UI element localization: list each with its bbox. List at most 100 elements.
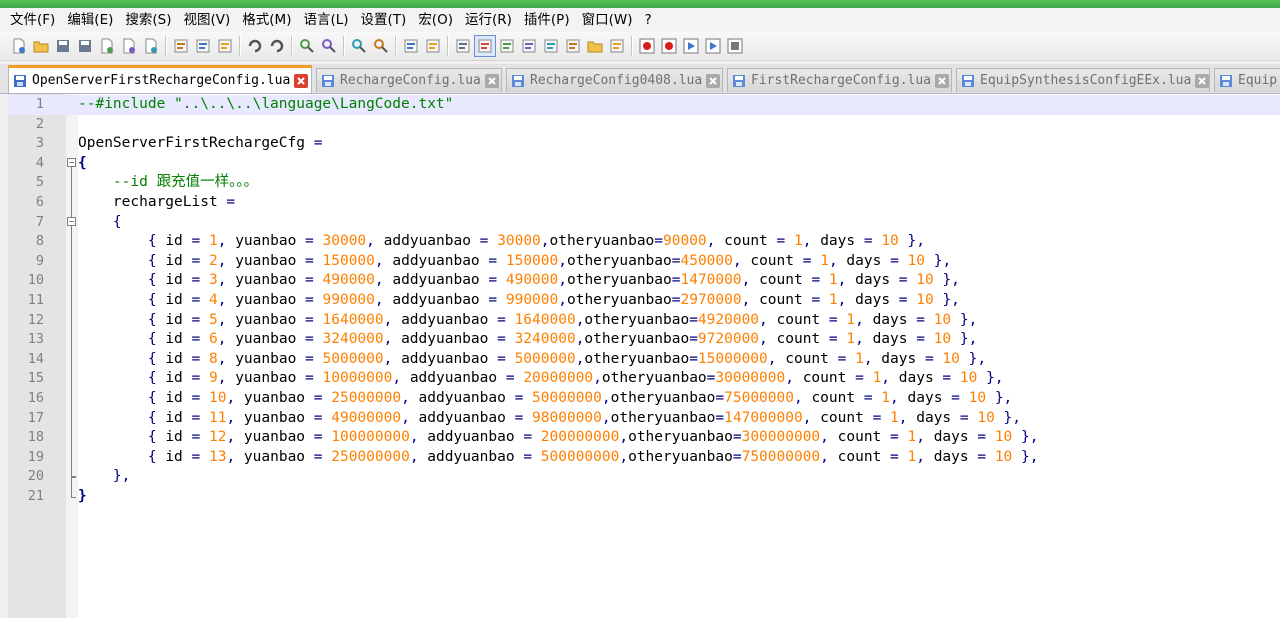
menu-run[interactable]: 运行(R) [459,8,518,32]
redo-icon[interactable] [266,35,288,57]
save-all-icon[interactable] [74,35,96,57]
code-line[interactable]: 4{ [8,154,1280,174]
tab-file[interactable]: FirstRechargeConfig.lua [727,68,952,92]
sync-horizontal-icon[interactable] [422,35,444,57]
code-token: , [217,233,236,250]
code-token: , [837,292,856,308]
code-line[interactable]: 11 { id = 4, yuanbao = 990000, addyuanba… [8,291,1280,311]
tab-file[interactable]: RechargeConfig.lua [316,68,502,92]
code-line[interactable]: 12 { id = 5, yuanbao = 1640000, addyuanb… [8,311,1280,331]
copy-icon[interactable] [192,35,214,57]
code-line[interactable]: 18 { id = 12, yuanbao = 100000000, addyu… [8,428,1280,448]
code-line[interactable]: 1 --#include "..\..\..\language\LangCode.… [8,95,1280,115]
line-number: 10 [27,272,44,289]
run-macro-multiple-icon[interactable] [702,35,724,57]
code-token: = [479,233,498,250]
code-token: , [217,311,236,328]
zoom-out-icon[interactable] [370,35,392,57]
code-line[interactable]: 10 { id = 3, yuanbao = 490000, addyuanba… [8,271,1280,291]
close-tab-icon[interactable] [1195,73,1209,88]
record-macro-icon[interactable] [636,35,658,57]
tab-file[interactable]: Equip [1214,68,1280,92]
code-line[interactable]: 8 { id = 1, yuanbao = 30000, addyuanbao … [8,232,1280,252]
play-macro-icon[interactable] [680,35,702,57]
editor[interactable]: 1 --#include "..\..\..\language\LangCode.… [8,94,1280,618]
print-icon[interactable] [140,35,162,57]
stop-record-icon[interactable] [658,35,680,57]
code-token: { [147,292,166,308]
new-file-icon[interactable] [8,35,30,57]
doc-map-icon[interactable] [540,35,562,57]
code-line[interactable]: 13 { id = 6, yuanbao = 3240000, addyuanb… [8,330,1280,350]
code-line[interactable]: 3 OpenServerFirstRechargeCfg = [8,134,1280,154]
user-lang-icon[interactable] [518,35,540,57]
close-tab-icon[interactable] [294,73,309,88]
menu-view[interactable]: 视图(V) [178,8,237,32]
code-token: addyuanbao [427,429,524,446]
code-text: { [78,213,122,233]
save-macro-icon[interactable] [724,35,746,57]
cut-icon[interactable] [170,35,192,57]
save-icon[interactable] [52,35,74,57]
close-all-icon[interactable] [118,35,140,57]
code-line[interactable]: 20 }, [8,467,1280,487]
sync-vertical-icon[interactable] [400,35,422,57]
menu-search[interactable]: 搜索(S) [119,8,177,32]
code-token: = [916,331,934,348]
code-token: = [872,409,891,426]
menu-file[interactable]: 文件(F) [0,8,61,32]
code-line[interactable]: 19 { id = 13, yuanbao = 250000000, addyu… [8,448,1280,468]
close-tab-icon[interactable] [706,73,721,88]
code-token: = [497,311,515,328]
code-token: rechargeList [78,194,227,210]
menu-edit[interactable]: 编辑(E) [61,8,119,32]
code-token: 10 [208,390,227,406]
open-file-icon[interactable] [30,35,52,57]
code-line[interactable]: 21} [8,487,1280,507]
find-icon[interactable] [296,35,318,57]
close-tab-icon[interactable] [935,73,950,88]
menu-settings[interactable]: 设置(T) [355,8,413,32]
show-all-chars-icon[interactable] [474,35,496,57]
menu-plugins[interactable]: 插件(P) [518,8,576,32]
tab-file[interactable]: OpenServerFirstRechargeConfig.lua [8,65,312,93]
code-line[interactable]: 17 { id = 11, yuanbao = 49000000, addyua… [8,409,1280,429]
code-line[interactable]: 5 --id 跟充值一样。。。 [8,173,1280,193]
paste-icon[interactable] [214,35,236,57]
code-line[interactable]: 9 { id = 2, yuanbao = 150000, addyuanbao… [8,252,1280,272]
word-wrap-icon[interactable] [452,35,474,57]
close-icon[interactable] [96,35,118,57]
monitoring-icon[interactable] [606,35,628,57]
code-line[interactable]: 15 { id = 9, yuanbao = 10000000, addyuan… [8,369,1280,389]
code-token: yuanbao [235,292,306,308]
indent-guide-icon[interactable] [496,35,518,57]
menu-format[interactable]: 格式(M) [236,8,297,32]
code-line[interactable]: 14 { id = 8, yuanbao = 5000000, addyuanb… [8,350,1280,370]
code-line[interactable]: 7 { [8,213,1280,233]
tab-file[interactable]: EquipSynthesisConfigEEx.lua [956,68,1210,92]
menu-language[interactable]: 语言(L) [297,8,354,32]
code-text: { id = 1, yuanbao = 30000, addyuanbao = … [78,232,925,252]
menu-macro[interactable]: 宏(O) [412,8,459,32]
folder-workspace-icon[interactable] [584,35,606,57]
undo-icon[interactable] [244,35,266,57]
code-token: , [890,390,908,406]
menu-window[interactable]: 窗口(W) [576,8,639,32]
function-list-icon[interactable] [562,35,584,57]
close-tab-icon[interactable] [484,73,499,88]
replace-icon[interactable] [318,35,340,57]
code-line[interactable]: 2 [8,115,1280,135]
code-line[interactable]: 16 { id = 10, yuanbao = 25000000, addyua… [8,389,1280,409]
menu-help[interactable]: ? [638,8,657,32]
code-line[interactable]: 6 rechargeList = [8,193,1280,213]
code-token: = [802,252,821,269]
zoom-in-icon[interactable] [348,35,370,57]
line-number: 11 [27,292,44,308]
code-token: count [837,448,891,465]
tab-file[interactable]: RechargeConfig0408.lua [506,68,723,92]
code-token: 1640000 [322,311,384,328]
code-token: id [165,429,192,446]
